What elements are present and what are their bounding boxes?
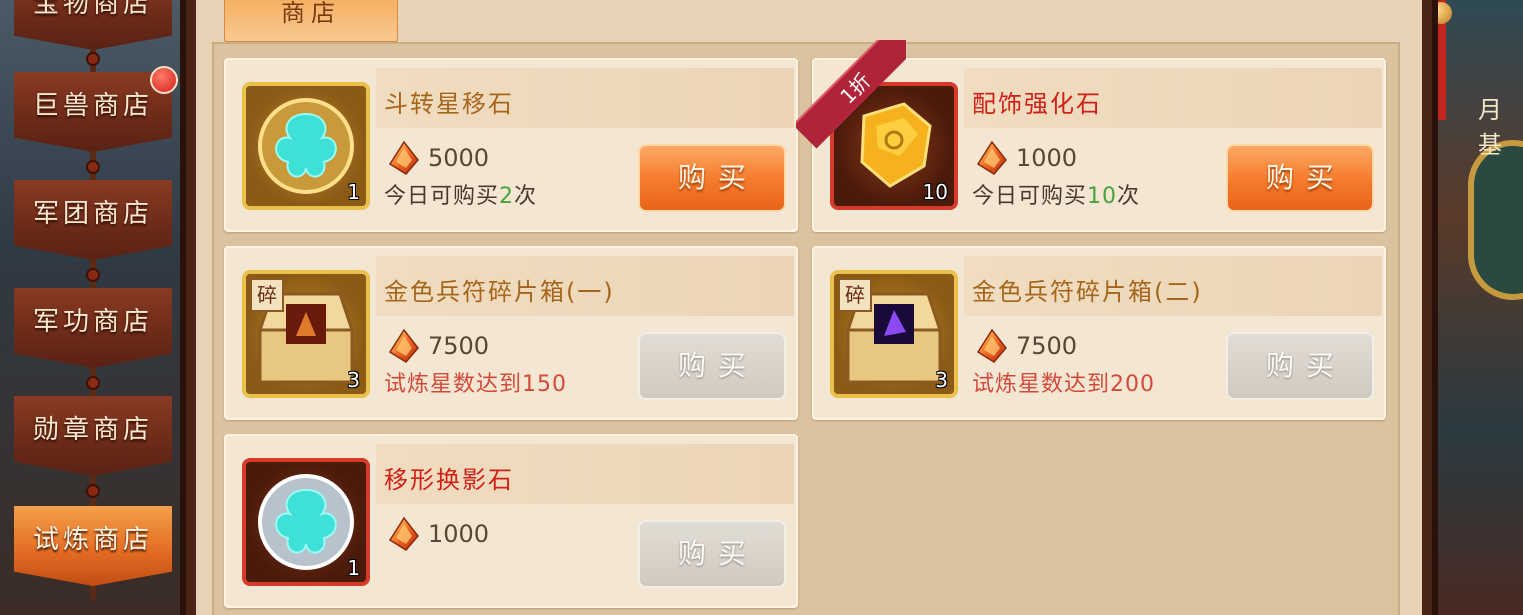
sidebar-item-trial-shop[interactable]: 试炼商店 <box>14 506 172 586</box>
sidebar-item-merit-shop[interactable]: 军功商店 <box>14 288 172 368</box>
item-price: 7500 <box>1016 332 1078 360</box>
buy-button[interactable]: 购买 <box>638 332 786 400</box>
price-row: 5000 <box>384 140 489 176</box>
purchase-limit: 今日可购买2次 <box>384 178 537 210</box>
item-quantity: 1 <box>347 180 360 204</box>
shop-item-card: 碎 3 金色兵符碎片箱(二) 7500 试炼星数达到200 购买 <box>812 246 1386 420</box>
item-quantity: 3 <box>935 368 948 392</box>
shop-item-card: 碎 3 金色兵符碎片箱(一) 7500 试炼星数达到150 购买 <box>224 246 798 420</box>
item-quantity: 10 <box>922 180 948 204</box>
shard-tag: 碎 <box>838 278 872 312</box>
sidebar-knot <box>86 484 100 498</box>
item-icon-frame[interactable]: 碎 3 <box>830 270 958 398</box>
shard-tag: 碎 <box>250 278 284 312</box>
item-name: 金色兵符碎片箱(二) <box>972 278 1203 306</box>
item-icon-frame[interactable]: 碎 3 <box>242 270 370 398</box>
buy-button[interactable]: 购买 <box>1226 332 1374 400</box>
tab-shop[interactable]: 商店 <box>224 0 398 42</box>
item-icon-frame[interactable]: 1 <box>242 82 370 210</box>
notification-dot <box>150 66 178 94</box>
item-price: 5000 <box>428 144 490 172</box>
trial-gem-currency-icon <box>384 326 424 366</box>
buy-button[interactable]: 购买 <box>638 144 786 212</box>
sidebar-item-medal-shop[interactable]: 勋章商店 <box>14 396 172 476</box>
purchase-requirement: 试炼星数达到150 <box>384 372 567 397</box>
trial-gem-currency-icon <box>972 138 1012 178</box>
buy-button[interactable]: 购买 <box>1226 144 1374 212</box>
sidebar-knot <box>86 52 100 66</box>
limit-suffix: 次 <box>1117 184 1141 209</box>
sidebar-knot <box>86 268 100 282</box>
shop-item-card: 1 斗转星移石 5000 今日可购买2次 购买 <box>224 58 798 232</box>
sidebar-knot <box>86 160 100 174</box>
limit-suffix: 次 <box>514 184 538 209</box>
sidebar-item-beast-shop[interactable]: 巨兽商店 <box>14 72 172 152</box>
price-row: 1000 <box>972 140 1077 176</box>
item-price: 1000 <box>428 520 490 548</box>
sidebar-item-legion-shop[interactable]: 军团商店 <box>14 180 172 260</box>
buy-button[interactable]: 购买 <box>638 520 786 588</box>
trial-gem-currency-icon <box>384 138 424 178</box>
item-price: 1000 <box>1016 144 1078 172</box>
background-sign: 月基 <box>1478 96 1502 159</box>
limit-prefix: 今日可购买 <box>972 184 1088 209</box>
sidebar-knot <box>86 376 100 390</box>
shop-item-card: 1 移形换影石 1000 购买 <box>224 434 798 608</box>
purchase-requirement: 试炼星数达到200 <box>972 372 1155 397</box>
trial-gem-currency-icon <box>972 326 1012 366</box>
purchase-limit: 今日可购买10次 <box>972 178 1140 210</box>
item-quantity: 1 <box>347 556 360 580</box>
discount-ribbon: 1折 <box>796 40 906 150</box>
price-row: 1000 <box>384 516 489 552</box>
item-icon-frame[interactable]: 1 <box>242 458 370 586</box>
decorative-wheel <box>1468 140 1523 300</box>
item-price: 7500 <box>428 332 490 360</box>
limit-count: 2 <box>499 184 515 209</box>
item-quantity: 3 <box>347 368 360 392</box>
limit-prefix: 今日可购买 <box>384 184 500 209</box>
limit-count: 10 <box>1087 184 1118 209</box>
trial-gem-currency-icon <box>384 514 424 554</box>
item-name: 配饰强化石 <box>972 90 1102 118</box>
discount-label: 1折 <box>796 40 906 149</box>
item-name: 斗转星移石 <box>384 90 514 118</box>
price-row: 7500 <box>384 328 489 364</box>
item-name: 移形换影石 <box>384 466 514 494</box>
price-row: 7500 <box>972 328 1077 364</box>
item-name: 金色兵符碎片箱(一) <box>384 278 615 306</box>
